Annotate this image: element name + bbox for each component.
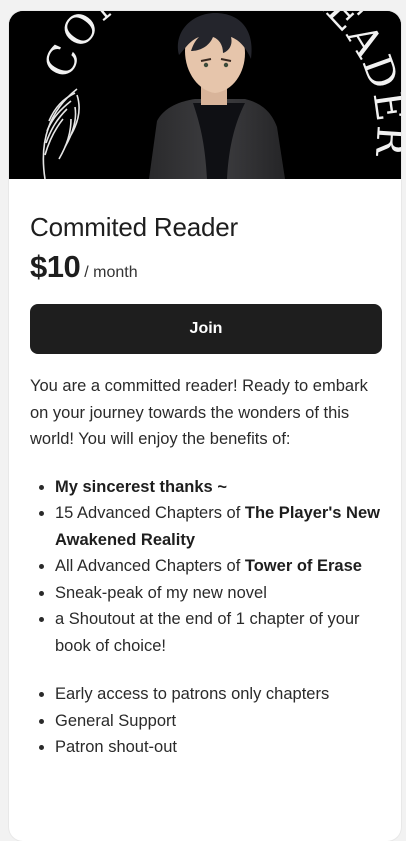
price-amount: $10 <box>30 249 81 284</box>
benefit-item: Sneak-peak of my new novel <box>55 580 381 607</box>
benefit-item: All Advanced Chapters of Tower of Erase <box>55 553 381 580</box>
extra-benefits-list: Early access to patrons only chaptersGen… <box>30 681 381 761</box>
tier-details: Commited Reader $10 / month Join You are… <box>9 211 401 761</box>
benefit-item: General Support <box>55 708 381 735</box>
benefit-item: a Shoutout at the end of 1 chapter of yo… <box>55 606 381 659</box>
price-period: / month <box>84 264 138 281</box>
benefit-highlight: Tower of Erase <box>244 557 362 575</box>
benefit-item: Patron shout-out <box>55 734 381 761</box>
price-row: $10 / month <box>30 249 381 291</box>
benefit-text: a Shoutout at the end of 1 chapter of yo… <box>55 610 360 655</box>
benefit-item: My sincerest thanks ~ <box>55 474 381 501</box>
benefits-list: My sincerest thanks ~ 15 Advanced Chapter… <box>30 474 381 660</box>
benefit-item: 15 Advanced Chapters of The Player's New… <box>55 500 381 553</box>
join-button[interactable]: Join <box>30 304 382 354</box>
tier-banner-image: COMMITED READER <box>9 11 401 179</box>
benefit-highlight: My sincerest thanks ~ <box>55 477 227 496</box>
tier-title: Commited Reader <box>30 212 238 242</box>
benefit-text: All Advanced Chapters of <box>55 557 245 575</box>
benefit-item: Early access to patrons only chapters <box>55 681 381 708</box>
benefit-text: 15 Advanced Chapters of <box>55 504 245 522</box>
tier-card: COMMITED READER <box>9 11 401 841</box>
tier-description: You are a committed reader! Ready to emb… <box>30 377 368 448</box>
banner-illustration: COMMITED READER <box>9 11 401 179</box>
benefit-text: Sneak-peak of my new novel <box>55 583 267 602</box>
